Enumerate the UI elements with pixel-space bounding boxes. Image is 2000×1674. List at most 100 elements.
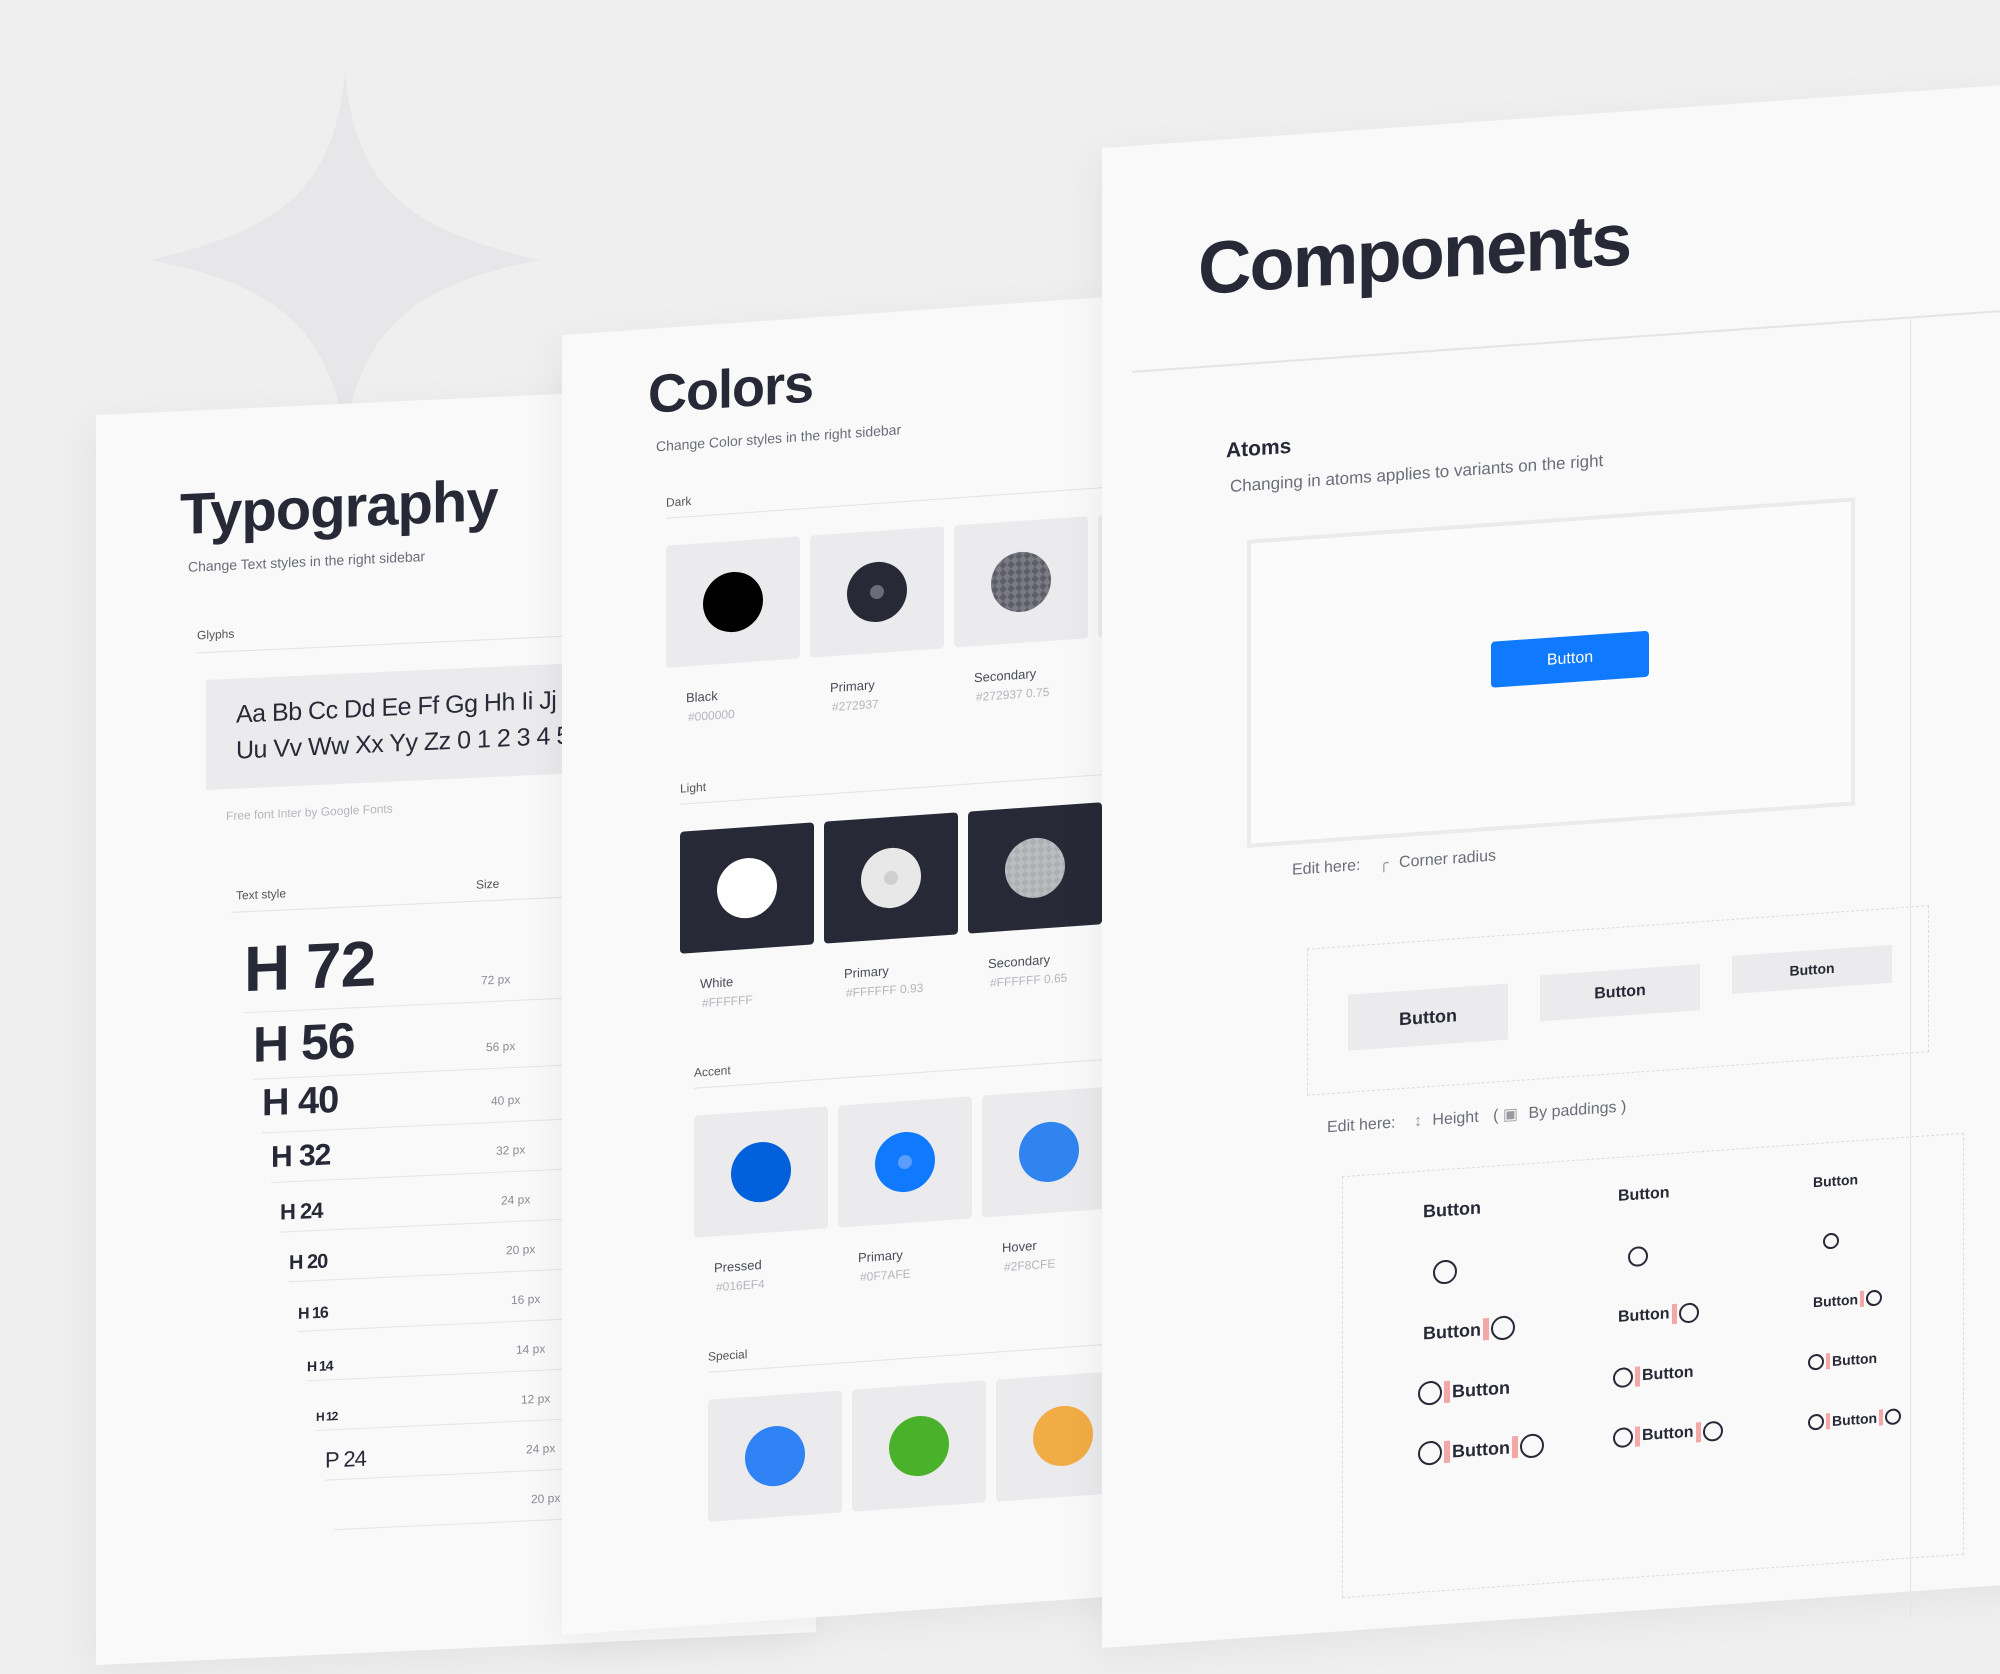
- components-title: Components: [1198, 197, 1631, 311]
- color-name: Black: [686, 688, 718, 706]
- color-hex: #016EF4: [716, 1276, 765, 1295]
- text-style-sample: H 24: [280, 1198, 323, 1226]
- text-style-size: 32 px: [496, 1142, 526, 1158]
- circle-icon: [1808, 1413, 1824, 1431]
- color-name: Primary: [830, 677, 875, 696]
- height-label[interactable]: Height: [1432, 1109, 1478, 1129]
- color-section-label: Accent: [694, 1063, 731, 1080]
- circle-icon: [1808, 1353, 1824, 1371]
- variant-icon-right[interactable]: Button: [1423, 1315, 1515, 1345]
- color-hex: #FFFFFF: [702, 992, 753, 1011]
- variant-text-only[interactable]: Button: [1813, 1171, 1858, 1190]
- text-style-sample: H 14: [307, 1356, 333, 1375]
- colors-subtitle: Change Color styles in the right sidebar: [656, 421, 902, 455]
- color-dot-inner: [884, 870, 898, 886]
- variant-label: Button: [1832, 1349, 1878, 1369]
- color-swatch[interactable]: Pressed #016EF4: [694, 1106, 828, 1294]
- atoms-title: Atoms: [1226, 434, 1292, 463]
- gap-indicator: [1511, 1435, 1518, 1459]
- primary-button[interactable]: Button: [1491, 630, 1649, 688]
- color-name: Secondary: [988, 951, 1051, 972]
- text-style-sample: H 16: [298, 1304, 328, 1324]
- button-small[interactable]: Button: [1732, 944, 1892, 994]
- circle-icon: [1885, 1408, 1902, 1426]
- gap-indicator: [1826, 1353, 1830, 1370]
- edit-corner-radius-row: Edit here: ╭ Corner radius: [1292, 845, 1496, 879]
- color-name: Primary: [858, 1247, 903, 1266]
- height-arrow-icon: ↕: [1413, 1112, 1422, 1131]
- color-section-label: Special: [708, 1347, 748, 1364]
- typography-title: Typography: [180, 467, 498, 548]
- circle-icon: [1519, 1433, 1544, 1459]
- color-swatch[interactable]: [852, 1380, 986, 1512]
- color-swatch[interactable]: White #FFFFFF: [680, 822, 814, 1010]
- color-swatch[interactable]: Black #000000: [666, 536, 800, 724]
- variant-icon-left[interactable]: Button: [1808, 1350, 1877, 1371]
- variant-icon-right[interactable]: Button: [1618, 1302, 1699, 1328]
- color-swatch[interactable]: Hover #2F8CFE: [982, 1086, 1116, 1274]
- text-style-size: 20 px: [531, 1490, 561, 1507]
- color-hex: #0F7AFE: [860, 1266, 911, 1285]
- header-text-style: Text style: [236, 886, 287, 903]
- button-medium[interactable]: Button: [1540, 964, 1700, 1022]
- variant-label: Button: [1618, 1305, 1670, 1326]
- color-name: Primary: [844, 963, 889, 982]
- header-size: Size: [476, 876, 500, 892]
- text-style-size: 16 px: [511, 1291, 541, 1307]
- text-style-size: 24 px: [501, 1192, 531, 1208]
- circle-icon: [1866, 1289, 1883, 1307]
- text-style-sample: H 32: [271, 1138, 331, 1175]
- color-dot-inner: [870, 584, 884, 600]
- variant-icon-both[interactable]: Button: [1418, 1433, 1544, 1466]
- paddings-label[interactable]: By paddings: [1528, 1099, 1616, 1122]
- text-style-size: 72 px: [481, 971, 511, 988]
- color-swatch[interactable]: [708, 1390, 842, 1522]
- components-panel: Components Atoms Changing in atoms appli…: [1102, 71, 2000, 1648]
- variant-icon-only[interactable]: [1423, 1259, 1457, 1290]
- text-style-sample: P 24: [325, 1446, 366, 1474]
- circle-icon: [1418, 1380, 1442, 1406]
- button-large[interactable]: Button: [1348, 983, 1508, 1051]
- variant-icon-only[interactable]: [1618, 1245, 1648, 1273]
- variant-icon-both[interactable]: Button: [1613, 1420, 1723, 1449]
- variant-label: Button: [1423, 1318, 1481, 1344]
- variant-icon-both[interactable]: Button: [1808, 1408, 1902, 1431]
- color-section-label: Dark: [666, 493, 692, 510]
- variant-icon-left[interactable]: Button: [1418, 1375, 1510, 1406]
- text-style-sample: H 40: [262, 1079, 339, 1125]
- color-name: White: [700, 974, 734, 992]
- color-name: Pressed: [714, 1257, 762, 1276]
- color-hex: #272937 0.75: [976, 684, 1050, 705]
- color-name: Hover: [1002, 1237, 1037, 1256]
- font-note: Free font Inter by Google Fonts: [226, 801, 393, 824]
- text-style-size: 24 px: [526, 1440, 556, 1457]
- gap-indicator: [1444, 1380, 1450, 1404]
- color-swatch[interactable]: Primary #272937: [810, 526, 944, 714]
- circle-icon: [1628, 1245, 1648, 1268]
- variant-icon-right[interactable]: Button: [1813, 1289, 1883, 1311]
- variant-icon-only[interactable]: [1813, 1232, 1839, 1253]
- color-swatch[interactable]: Secondary #272937 0.75: [954, 516, 1088, 704]
- color-name: Secondary: [974, 665, 1037, 686]
- paddings-icon: ▣: [1502, 1105, 1518, 1124]
- color-swatch[interactable]: Primary #0F7AFE: [838, 1096, 972, 1284]
- color-swatch[interactable]: Primary #FFFFFF 0.93: [824, 812, 958, 1000]
- gap-indicator: [1695, 1422, 1701, 1443]
- color-hex: #FFFFFF 0.65: [990, 970, 1068, 991]
- size-variants-box: Button Button Button: [1307, 905, 1929, 1096]
- background-star-shape: [150, 70, 540, 430]
- variant-icon-left[interactable]: Button: [1613, 1363, 1694, 1389]
- corner-radius-label[interactable]: Corner radius: [1399, 847, 1496, 871]
- variant-text-only[interactable]: Button: [1423, 1197, 1481, 1222]
- circle-icon: [1613, 1366, 1633, 1389]
- variant-label: Button: [1832, 1409, 1878, 1429]
- variant-text-only[interactable]: Button: [1618, 1184, 1670, 1206]
- circle-icon: [1823, 1232, 1839, 1250]
- gap-indicator: [1826, 1413, 1830, 1430]
- corner-radius-icon: ╭: [1378, 854, 1389, 873]
- text-style-size: 56 px: [486, 1039, 516, 1055]
- edit-label: Edit here:: [1327, 1114, 1396, 1137]
- text-style-size: 20 px: [506, 1241, 536, 1258]
- color-swatch[interactable]: Secondary #FFFFFF 0.65: [968, 802, 1102, 990]
- variant-label: Button: [1813, 1291, 1859, 1311]
